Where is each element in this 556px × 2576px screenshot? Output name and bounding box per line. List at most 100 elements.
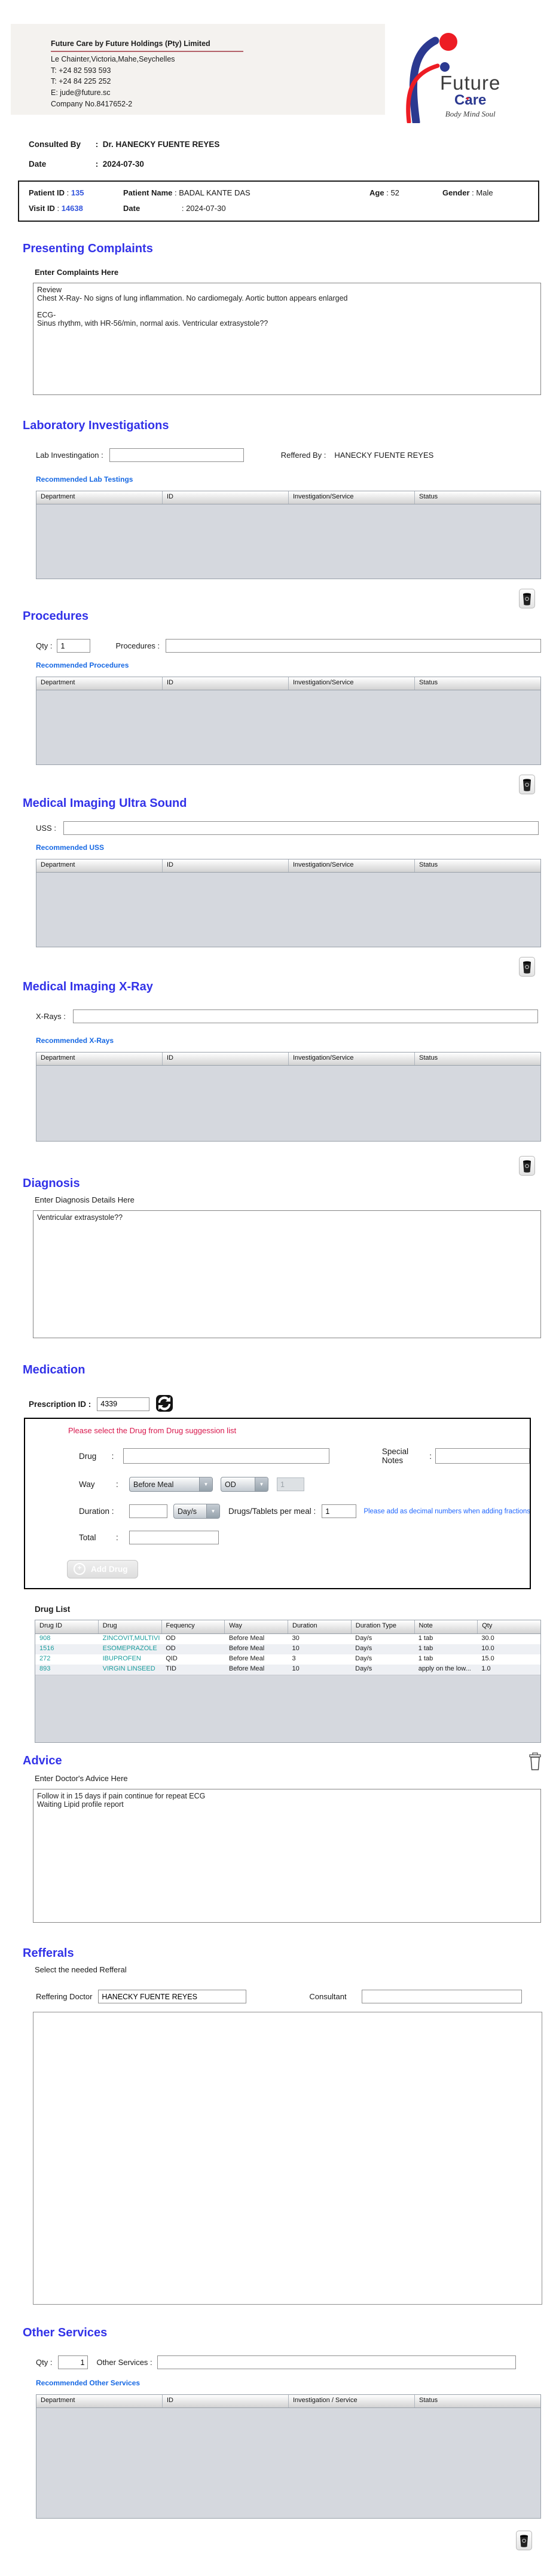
patient-name-field: Patient Name : BADAL KANTE DAS — [123, 188, 369, 197]
column-header: Department — [36, 2395, 163, 2407]
drug-input[interactable] — [123, 1448, 329, 1464]
drug-name-cell: IBUPROFEN — [102, 1655, 141, 1662]
duration-type-cell: Day/s — [355, 1665, 372, 1672]
table-row[interactable]: 1516 ESOMEPRAZOLE OD Before Meal 10 Day/… — [35, 1644, 540, 1654]
colon: : — [66, 188, 69, 197]
visit-id-field: Visit ID : 14638 — [29, 204, 123, 213]
per-meal-input[interactable] — [322, 1504, 357, 1518]
note-cell: 1 tab — [418, 1655, 433, 1662]
column-header: Duration Type — [352, 1620, 415, 1633]
procedures-table: Department ID Investigation/Service Stat… — [36, 677, 541, 765]
logo-word-care: Ca ♥ re — [440, 92, 500, 108]
procedures-row: Qty : Procedures : — [36, 639, 556, 653]
other-services-input[interactable] — [157, 2355, 516, 2369]
colon: : — [386, 188, 389, 197]
drug-suggestion-hint: Please select the Drug from Drug suggess… — [68, 1426, 237, 1435]
qty-cell: 1.0 — [481, 1665, 491, 1672]
delete-xray-button[interactable] — [519, 1156, 535, 1176]
diagnosis-sublabel: Enter Diagnosis Details Here — [35, 1195, 135, 1204]
table-row[interactable]: 893 VIRGIN LINSEED TID Before Meal 10 Da… — [35, 1665, 540, 1675]
prescription-id-input[interactable] — [97, 1397, 150, 1411]
delete-procedures-button[interactable] — [519, 775, 535, 794]
column-header: Status — [419, 1054, 438, 1061]
uss-input[interactable] — [63, 821, 539, 835]
xray-table: Department ID Investigation/Service Stat… — [36, 1052, 541, 1142]
procedures-qty-input[interactable] — [57, 639, 91, 653]
complaints-textarea[interactable]: Review Chest X-Ray- No signs of lung inf… — [33, 283, 541, 395]
way-cell: Before Meal — [228, 1635, 265, 1642]
delete-uss-button[interactable] — [519, 957, 535, 977]
colon: : — [111, 1451, 114, 1461]
lab-investigation-input[interactable] — [109, 448, 244, 462]
lab-testings-table: Department ID Investigation/Service Stat… — [36, 491, 541, 579]
add-drug-button[interactable]: + Add Drug — [67, 1560, 138, 1578]
column-header: Investigation/Service — [289, 491, 415, 504]
note-cell: apply on the low... — [418, 1665, 471, 1672]
referred-by-value: HANECKY FUENTE REYES — [334, 451, 434, 460]
procedures-input[interactable] — [166, 639, 542, 653]
other-qty-input[interactable] — [58, 2355, 88, 2369]
recommended-procedures-label: Recommended Procedures — [36, 661, 129, 669]
column-header: Qty — [482, 1622, 493, 1629]
way-row: Way : Before Meal ▼ OD ▼ — [79, 1477, 530, 1492]
other-services-row: Qty : Other Services : — [36, 2355, 556, 2369]
column-header: Status — [419, 2397, 438, 2404]
diagnosis-textarea[interactable]: Ventricular extrasystole?? — [33, 1210, 541, 1338]
visit-date-value: 2024-07-30 — [186, 204, 226, 213]
delete-other-services-button[interactable] — [516, 2531, 532, 2550]
consultant-input[interactable] — [361, 1990, 522, 2003]
add-drug-panel: Please select the Drug from Drug suggess… — [24, 1418, 531, 1589]
note-cell: 1 tab — [418, 1635, 433, 1642]
plus-icon: + — [74, 1563, 85, 1575]
per-meal-label: Drugs/Tablets per meal : — [228, 1507, 316, 1516]
reffering-doctor-input[interactable] — [98, 1990, 247, 2003]
colon: : — [116, 1533, 118, 1542]
patient-id-label: Patient ID — [29, 188, 65, 197]
column-header: Status — [419, 679, 438, 686]
table-row[interactable]: 272 IBUPROFEN QID Before Meal 3 Day/s 1 … — [35, 1654, 540, 1665]
logo-tagline: Body Mind Soul — [445, 109, 496, 119]
drug-list-table: Drug ID Drug Fequency Way Duration Durat… — [35, 1620, 541, 1743]
advice-textarea[interactable]: Follow it in 15 days if pain continue fo… — [33, 1789, 541, 1923]
patient-row-1: Patient ID : 135 Patient Name : BADAL KA… — [29, 188, 538, 197]
xray-input[interactable] — [72, 1009, 538, 1023]
column-header: ID — [163, 1053, 289, 1065]
procedures-table-body[interactable] — [36, 690, 540, 764]
delete-advice-button[interactable] — [527, 1751, 543, 1771]
duration-type-select[interactable]: Day/s ▼ — [173, 1504, 220, 1519]
drug-id-cell: 908 — [39, 1635, 51, 1642]
section-title-other-services: Other Services — [23, 2326, 108, 2339]
duration-cell: 30 — [292, 1635, 300, 1642]
column-header: Investigation/Service — [289, 1053, 415, 1065]
age-value: 52 — [390, 188, 399, 197]
refresh-prescription-button[interactable] — [155, 1395, 173, 1413]
refferal-row: Reffering Doctor Consultant — [36, 1990, 556, 2003]
other-services-table-body[interactable] — [36, 2408, 540, 2518]
colon: : — [181, 204, 184, 213]
duration-cell: 3 — [292, 1655, 296, 1662]
patient-gender-field: Gender : Male — [442, 188, 493, 197]
logo-care-a: a ♥ — [465, 92, 472, 108]
lab-table-body[interactable] — [36, 504, 540, 579]
uss-table-body[interactable] — [36, 873, 540, 947]
patient-row-2: Visit ID : 14638 Date : 2024-07-30 — [29, 204, 538, 213]
refferal-listbox[interactable] — [33, 2012, 542, 2305]
column-header: Investigation/Service — [289, 859, 415, 872]
patient-age-field: Age : 52 — [369, 188, 442, 197]
chevron-down-icon: ▼ — [255, 1477, 268, 1491]
xray-table-body[interactable] — [36, 1066, 540, 1141]
special-notes-input[interactable] — [435, 1448, 530, 1464]
recommended-lab-testings-label: Recommended Lab Testings — [36, 475, 133, 484]
logo-care-c: C — [454, 92, 465, 108]
way-select[interactable]: Before Meal ▼ — [129, 1477, 213, 1492]
total-input[interactable] — [129, 1531, 219, 1544]
advice-sublabel: Enter Doctor's Advice Here — [35, 1774, 128, 1783]
delete-lab-button[interactable] — [519, 589, 535, 608]
frequency-select[interactable]: OD ▼ — [221, 1477, 268, 1492]
column-header: Status — [419, 493, 438, 500]
visit-id-label: Visit ID — [29, 204, 55, 213]
duration-label: Duration : — [79, 1507, 114, 1516]
section-title-procedures: Procedures — [23, 610, 89, 623]
table-row[interactable]: 908 ZINCOVIT,MULTIVI OD Before Meal 30 D… — [35, 1634, 540, 1644]
duration-input[interactable] — [129, 1504, 167, 1518]
